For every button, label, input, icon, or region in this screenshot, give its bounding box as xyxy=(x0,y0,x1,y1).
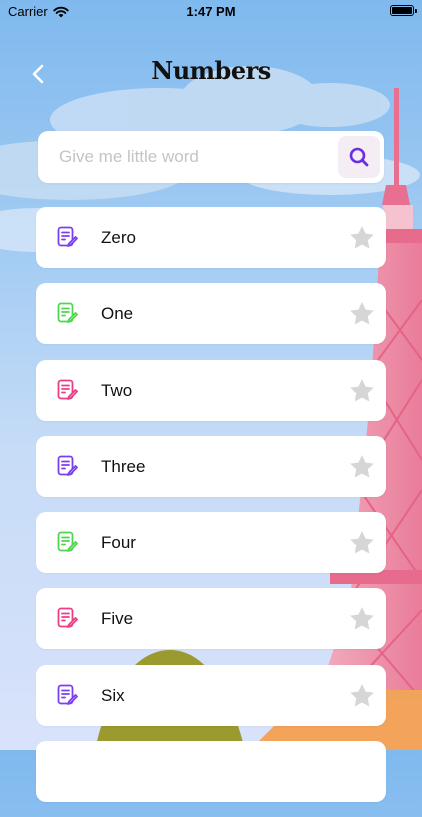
star-icon[interactable] xyxy=(348,377,376,405)
list-item-label: One xyxy=(101,304,134,324)
document-edit-icon xyxy=(57,379,78,400)
word-list: Zero One Two Three Four Five Six xyxy=(36,207,386,817)
list-item[interactable]: Six xyxy=(36,664,386,726)
status-bar: Carrier 1:47 PM xyxy=(0,0,422,22)
nav-header: Numbers xyxy=(0,48,422,96)
list-item-partial[interactable] xyxy=(36,741,386,803)
list-item[interactable]: Four xyxy=(36,512,386,574)
star-icon[interactable] xyxy=(348,682,376,710)
search-button[interactable] xyxy=(338,136,380,178)
document-edit-icon xyxy=(57,226,78,247)
document-edit-icon xyxy=(57,455,78,476)
document-edit-icon xyxy=(57,302,78,324)
search-icon xyxy=(349,147,369,167)
list-item[interactable]: Three xyxy=(36,435,386,497)
battery-level xyxy=(392,7,412,14)
star-icon[interactable] xyxy=(348,300,376,328)
list-item[interactable]: Two xyxy=(36,359,386,421)
search-input[interactable] xyxy=(38,131,328,183)
document-edit-icon xyxy=(57,608,78,629)
list-item[interactable]: Zero xyxy=(36,207,386,268)
battery-icon xyxy=(390,5,417,16)
star-icon[interactable] xyxy=(348,529,376,557)
list-item-label: Five xyxy=(101,609,134,629)
list-item-label: Three xyxy=(101,456,146,476)
status-time: 1:47 PM xyxy=(186,4,236,19)
document-edit-icon xyxy=(57,684,78,705)
star-icon[interactable] xyxy=(348,605,376,633)
search-bar xyxy=(38,131,384,183)
list-item-label: Six xyxy=(101,685,125,705)
list-item-label: Two xyxy=(101,380,133,400)
page-title: Numbers xyxy=(151,56,271,85)
list-item[interactable]: One xyxy=(36,283,386,345)
list-item-label: Four xyxy=(101,533,136,553)
list-item-label: Zero xyxy=(101,228,136,247)
list-item[interactable]: Five xyxy=(36,588,386,650)
document-edit-icon xyxy=(57,531,78,553)
star-icon[interactable] xyxy=(348,453,376,481)
star-icon[interactable] xyxy=(348,224,376,252)
